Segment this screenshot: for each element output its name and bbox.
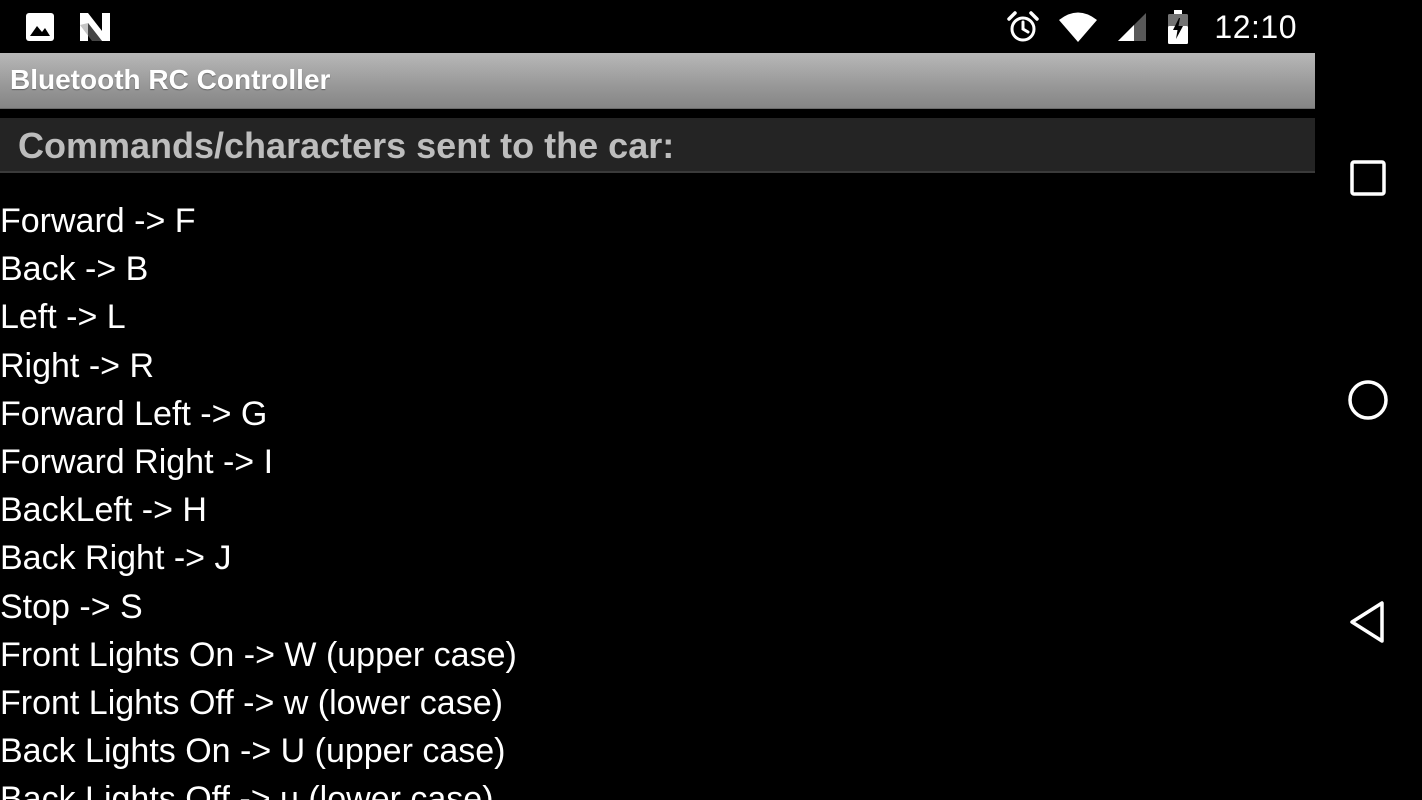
battery-charging-icon bbox=[1166, 9, 1190, 45]
cell-signal-icon bbox=[1116, 11, 1148, 43]
image-icon bbox=[24, 11, 56, 43]
back-button[interactable] bbox=[1333, 587, 1403, 657]
n-notification-icon bbox=[78, 11, 112, 43]
command-item-stop: Stop -> S bbox=[0, 587, 143, 626]
command-item-front-lights-off: Front Lights Off -> w (lower case) bbox=[0, 683, 503, 722]
command-item-back: Back -> B bbox=[0, 250, 149, 289]
command-item-left: Left -> L bbox=[0, 298, 126, 337]
command-item-back-left: BackLeft -> H bbox=[0, 491, 207, 530]
home-button[interactable] bbox=[1333, 365, 1403, 435]
status-bar-notifications bbox=[24, 10, 112, 44]
command-list: Forward -> F Back -> B Left -> L Right -… bbox=[0, 197, 1315, 800]
wifi-icon bbox=[1058, 11, 1098, 43]
home-icon bbox=[1348, 380, 1388, 420]
status-bar: 12:10 bbox=[0, 0, 1315, 53]
status-bar-system: 12:10 bbox=[1006, 6, 1297, 48]
action-bar: Bluetooth RC Controller bbox=[0, 53, 1315, 109]
section-title: Commands/characters sent to the car: bbox=[18, 125, 675, 166]
navigation-bar bbox=[1315, 0, 1422, 800]
recents-icon bbox=[1350, 160, 1386, 196]
command-item-forward-right: Forward Right -> I bbox=[0, 442, 274, 481]
command-item-back-right: Back Right -> J bbox=[0, 539, 232, 578]
command-item-front-lights-on: Front Lights On -> W (upper case) bbox=[0, 635, 517, 674]
command-item-back-lights-off: Back Lights Off -> u (lower case) bbox=[0, 780, 494, 800]
command-item-back-lights-on: Back Lights On -> U (upper case) bbox=[0, 732, 506, 771]
app-title: Bluetooth RC Controller bbox=[10, 64, 331, 95]
alarm-icon bbox=[1006, 10, 1040, 44]
clock-time: 12:10 bbox=[1214, 8, 1297, 45]
command-item-forward-left: Forward Left -> G bbox=[0, 394, 268, 433]
command-item-forward: Forward -> F bbox=[0, 202, 196, 240]
section-header: Commands/characters sent to the car: bbox=[0, 118, 1315, 173]
recents-button[interactable] bbox=[1333, 143, 1403, 213]
command-item-right: Right -> R bbox=[0, 346, 154, 385]
back-icon bbox=[1350, 601, 1384, 643]
